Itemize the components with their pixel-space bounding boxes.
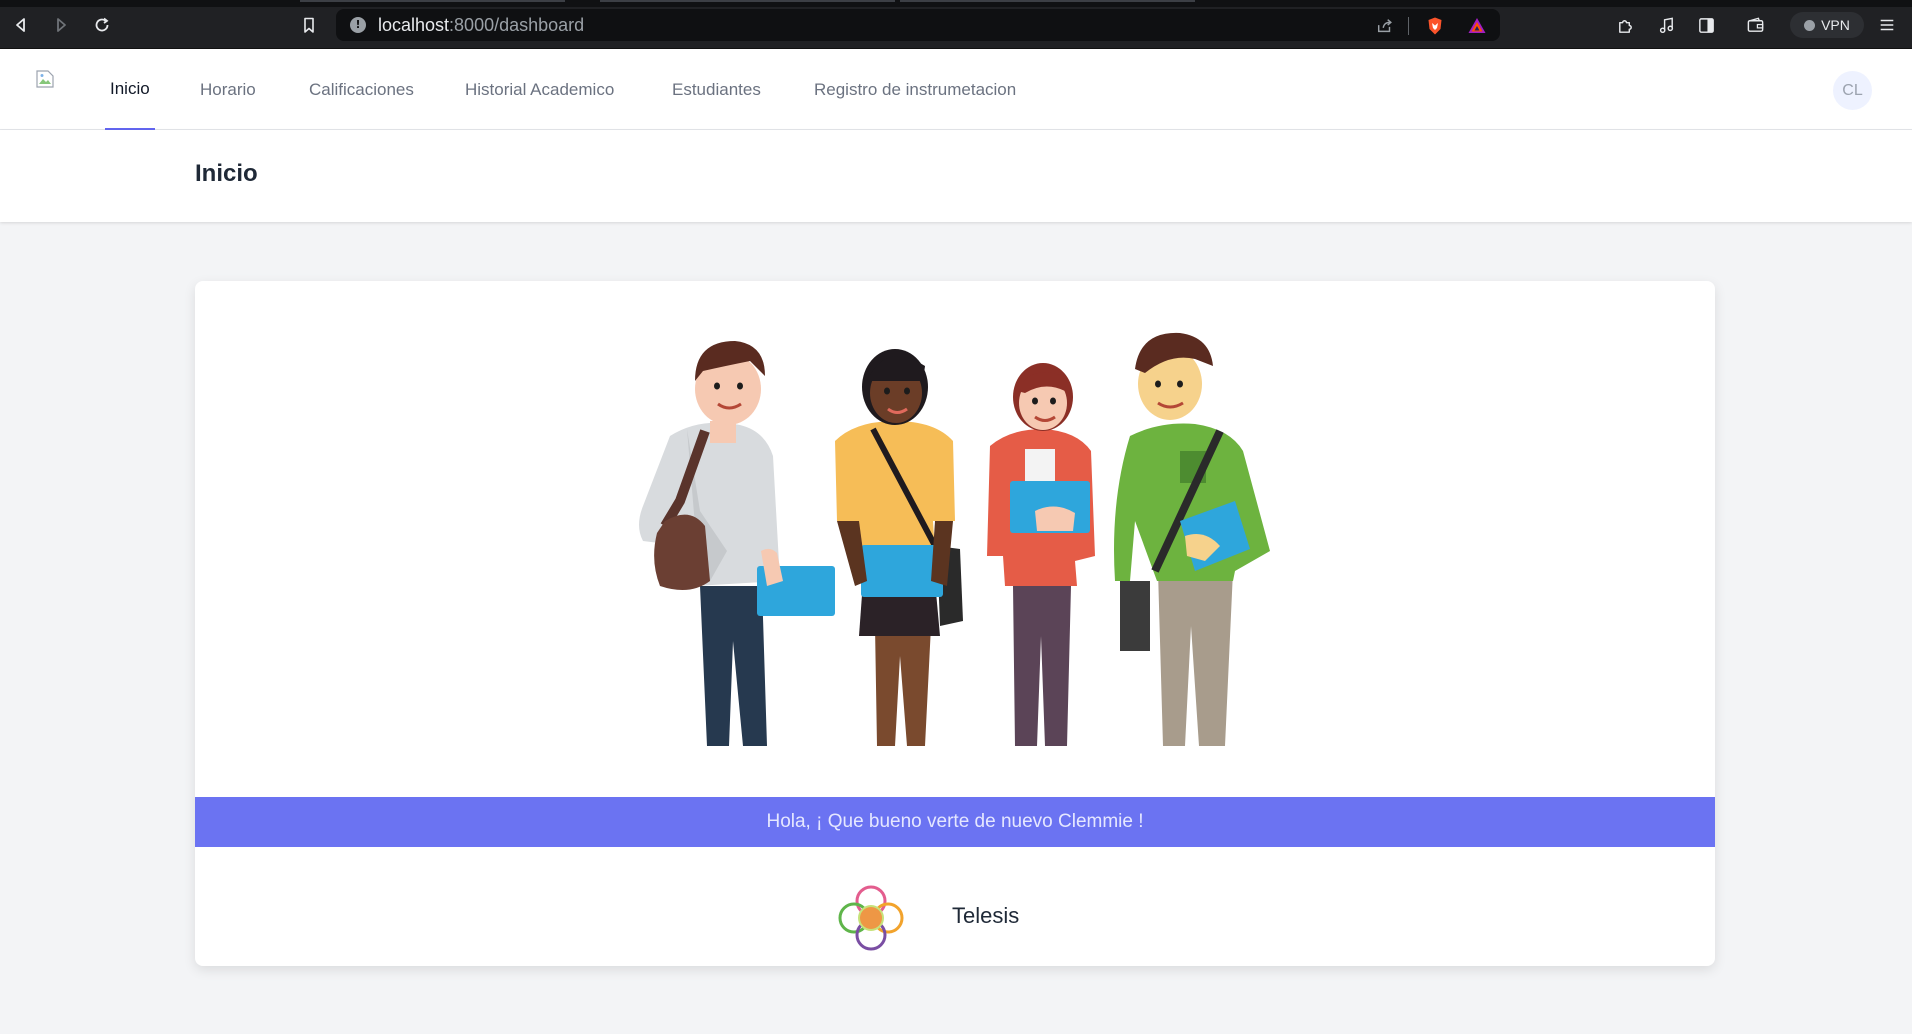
wallet-icon[interactable] [1744, 14, 1766, 36]
student-4-figure [1114, 332, 1270, 746]
browser-toolbar: ! localhost:8000/dashboard VPN [0, 0, 1912, 49]
student-2-figure [835, 349, 963, 746]
back-icon[interactable] [8, 12, 34, 38]
nav-calificaciones[interactable]: Calificaciones [309, 49, 414, 130]
menu-icon[interactable] [1876, 14, 1898, 36]
url-text: localhost:8000/dashboard [378, 15, 585, 35]
main-navbar: Inicio Horario Calificaciones Historial … [0, 49, 1912, 130]
sidebar-icon[interactable] [1695, 14, 1717, 36]
telesis-logo-icon [838, 885, 904, 951]
nav-registro-instrumentacion[interactable]: Registro de instrumetacion [814, 49, 1016, 130]
address-bar[interactable]: ! localhost:8000/dashboard [336, 9, 1500, 41]
media-icon[interactable] [1655, 14, 1677, 36]
student-1-figure [639, 341, 835, 746]
nav-historial-academico[interactable]: Historial Academico [465, 49, 614, 130]
bookmark-icon[interactable] [296, 12, 322, 38]
welcome-banner: Hola, ¡ Que bueno verte de nuevo Clemmie… [195, 797, 1715, 847]
extensions-icon[interactable] [1614, 14, 1636, 36]
nav-horario[interactable]: Horario [200, 49, 256, 130]
welcome-card: Hola, ¡ Que bueno verte de nuevo Clemmie… [195, 281, 1715, 966]
tab-strip [0, 0, 1912, 7]
broken-logo-icon[interactable] [35, 69, 55, 89]
vpn-status-icon [1804, 19, 1816, 31]
forward-icon[interactable] [48, 12, 74, 38]
page-title: Inicio [195, 160, 258, 187]
brand-name: Telesis [952, 903, 1020, 928]
reload-icon[interactable] [89, 12, 115, 38]
vpn-label: VPN [1821, 17, 1850, 33]
site-info-icon[interactable]: ! [350, 17, 366, 33]
nav-inicio[interactable]: Inicio [105, 49, 155, 130]
page-header: Inicio [0, 130, 1912, 222]
user-avatar[interactable]: CL [1833, 71, 1872, 110]
brave-rewards-icon[interactable] [1466, 15, 1488, 37]
student-3-figure [987, 363, 1095, 746]
students-illustration [639, 332, 1270, 746]
share-icon[interactable] [1374, 15, 1396, 37]
brave-shields-icon[interactable] [1424, 15, 1446, 37]
nav-estudiantes[interactable]: Estudiantes [672, 49, 761, 130]
vpn-button[interactable]: VPN [1790, 12, 1864, 38]
